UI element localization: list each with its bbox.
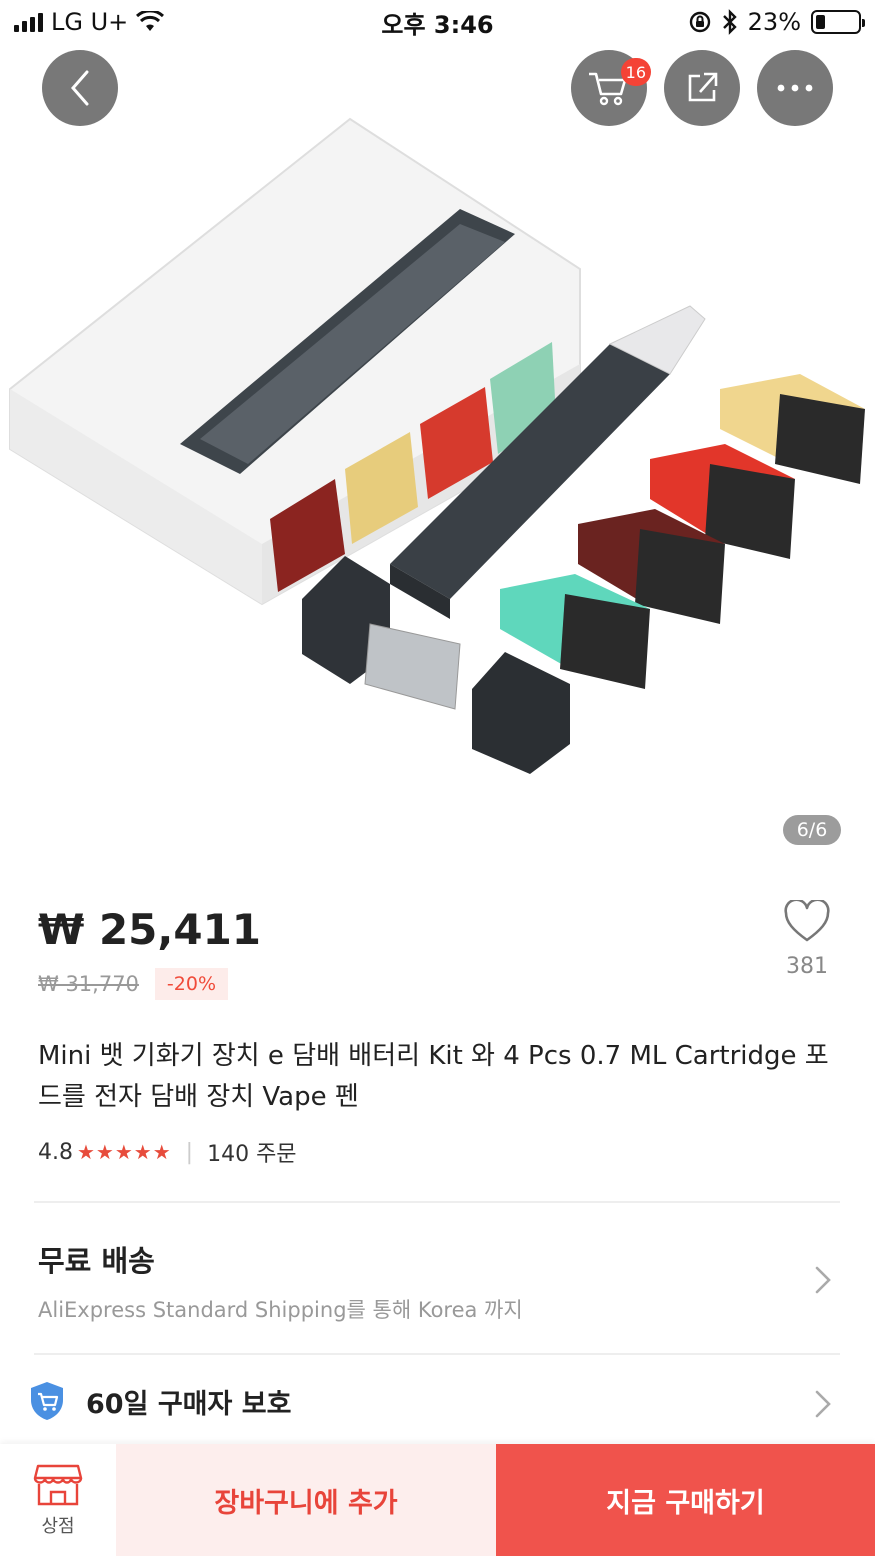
status-right: 23% (688, 8, 865, 36)
rating-row[interactable]: 4.8 ★★★★★ | 140 주문 (38, 1136, 297, 1168)
product-image[interactable] (0, 44, 875, 864)
cart-badge: 16 (620, 58, 651, 86)
wishlist-count: 381 (786, 954, 828, 979)
bottom-action-bar: 상점 장바구니에 추가 지금 구매하기 (0, 1444, 875, 1556)
cart-button[interactable]: 16 (571, 50, 651, 126)
divider (34, 1353, 840, 1355)
carrier-label: LG U+ (51, 8, 129, 36)
wifi-icon (136, 11, 165, 31)
battery-fill (816, 15, 826, 29)
rating-value: 4.8 (38, 1139, 73, 1165)
heart-icon (784, 898, 830, 942)
add-to-cart-button[interactable]: 장바구니에 추가 (116, 1444, 496, 1556)
buyer-protection: 60일 구매자 보호 (28, 1380, 291, 1422)
original-price: ₩ 31,770 (38, 972, 139, 996)
chevron-right-icon (815, 1390, 831, 1418)
price-row: ₩ 31,770 -20% (38, 968, 229, 1000)
shipping-title: 무료 배송 (38, 1244, 155, 1278)
rating-stars: ★★★★★ (77, 1140, 172, 1164)
share-icon (688, 72, 718, 102)
store-icon (33, 1464, 83, 1506)
chevron-left-icon (71, 70, 89, 106)
orientation-lock-icon (689, 11, 710, 33)
product-photo (9, 117, 865, 774)
buy-now-button[interactable]: 지금 구매하기 (496, 1444, 875, 1556)
buyer-protection-label: 60일 구매자 보호 (86, 1388, 292, 1420)
rating-separator: | (185, 1139, 194, 1165)
store-button[interactable]: 상점 (0, 1444, 116, 1556)
battery-percent: 23% (747, 8, 801, 36)
store-label: 상점 (41, 1516, 75, 1537)
discount-badge: -20% (154, 968, 229, 1000)
order-count: 140 주문 (207, 1142, 297, 1167)
more-button[interactable] (757, 50, 833, 126)
share-button[interactable] (664, 50, 740, 126)
product-title: Mini 뱃 기화기 장치 e 담배 배터리 Kit 와 4 Pcs 0.7 M… (38, 1041, 829, 1112)
status-bar: LG U+ 오후 3:46 23% (0, 0, 875, 44)
divider (34, 1201, 840, 1203)
status-left: LG U+ (14, 8, 165, 36)
cellular-signal-icon (14, 12, 43, 32)
back-button[interactable] (42, 50, 118, 126)
bluetooth-icon (722, 9, 737, 35)
image-page-indicator: 6/6 (783, 815, 841, 845)
shipping-subtitle: AliExpress Standard Shipping를 통해 Korea 까… (38, 1298, 523, 1322)
current-price: ₩ 25,411 (38, 905, 262, 954)
wishlist-button[interactable]: 381 (780, 898, 834, 979)
shield-cart-icon (31, 1382, 63, 1420)
more-dots-icon (777, 84, 813, 92)
chevron-right-icon (815, 1266, 831, 1294)
battery-icon (811, 10, 865, 34)
